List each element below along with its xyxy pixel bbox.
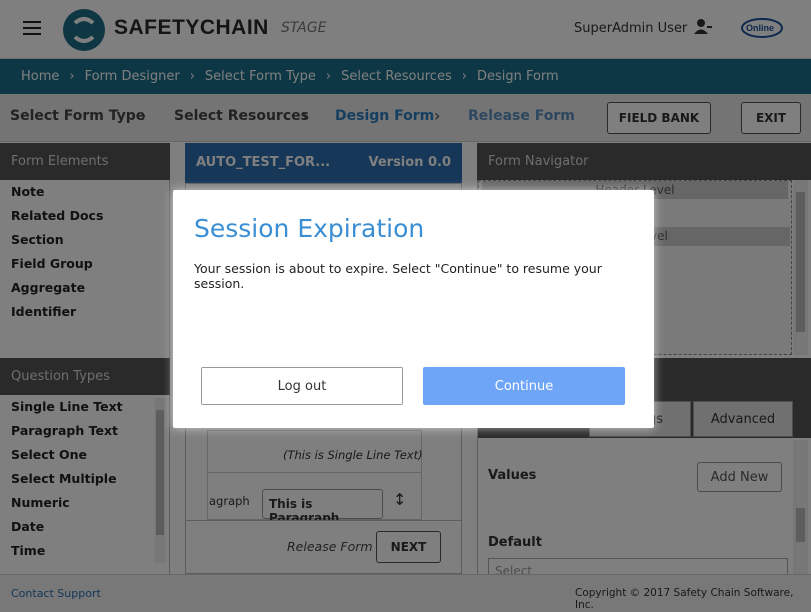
dialog-message: Your session is about to expire. Select … [194, 261, 602, 291]
dialog-title: Session Expiration [194, 214, 425, 243]
session-expiration-dialog: Session Expiration Your session is about… [173, 190, 654, 428]
continue-button[interactable]: Continue [423, 367, 625, 405]
logout-button[interactable]: Log out [201, 367, 403, 405]
